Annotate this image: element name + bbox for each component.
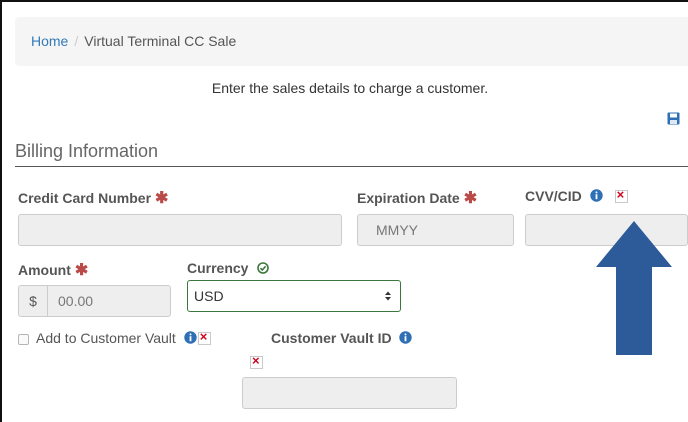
cvv-label: CVV/CID	[525, 187, 628, 204]
currency-select[interactable]: USD	[187, 280, 401, 312]
currency-label-text: Currency	[187, 260, 249, 276]
amount-label-text: Amount	[18, 262, 71, 278]
vault-id-label: Customer Vault ID	[271, 330, 413, 346]
info-icon[interactable]	[184, 331, 197, 344]
add-to-vault-label: Add to Customer Vault	[36, 329, 211, 346]
broken-image-icon	[614, 187, 628, 203]
save-icon[interactable]	[667, 112, 680, 125]
required-asterisk: ✱	[155, 190, 169, 207]
breadcrumb-separator: /	[74, 33, 79, 49]
amount-input[interactable]: 00.00	[47, 285, 171, 317]
breadcrumb: Home / Virtual Terminal CC Sale	[15, 17, 688, 66]
chevron-updown-icon	[385, 291, 391, 301]
vault-id-input[interactable]	[242, 377, 457, 409]
breadcrumb-home-link[interactable]: Home	[31, 33, 68, 49]
currency-label: Currency	[187, 260, 270, 276]
currency-symbol-addon: $	[18, 285, 48, 317]
info-icon[interactable]	[399, 331, 413, 344]
card-number-label: Credit Card Number ✱	[18, 188, 168, 208]
expiration-label-text: Expiration Date	[357, 190, 460, 206]
vault-id-label-text: Customer Vault ID	[271, 330, 392, 346]
check-circle-icon	[257, 262, 270, 274]
section-title-billing: Billing Information	[15, 141, 688, 167]
info-icon[interactable]	[589, 189, 603, 202]
arrow-up-icon	[596, 221, 672, 355]
add-to-vault-checkbox[interactable]	[18, 334, 29, 345]
expiration-label: Expiration Date ✱	[357, 188, 477, 208]
broken-image-icon	[197, 329, 211, 345]
currency-selected-value: USD	[194, 288, 224, 304]
add-to-vault-label-text: Add to Customer Vault	[36, 330, 176, 346]
cvv-label-text: CVV/CID	[525, 188, 582, 204]
card-number-input[interactable]	[18, 214, 342, 246]
broken-image-icon	[250, 353, 263, 369]
amount-label: Amount ✱	[18, 260, 88, 280]
card-number-label-text: Credit Card Number	[18, 190, 152, 206]
breadcrumb-current: Virtual Terminal CC Sale	[84, 33, 237, 49]
expiration-input[interactable]: MMYY	[357, 214, 514, 246]
instructions-text: Enter the sales details to charge a cust…	[211, 80, 489, 96]
required-asterisk: ✱	[463, 190, 478, 207]
required-asterisk: ✱	[74, 262, 89, 279]
